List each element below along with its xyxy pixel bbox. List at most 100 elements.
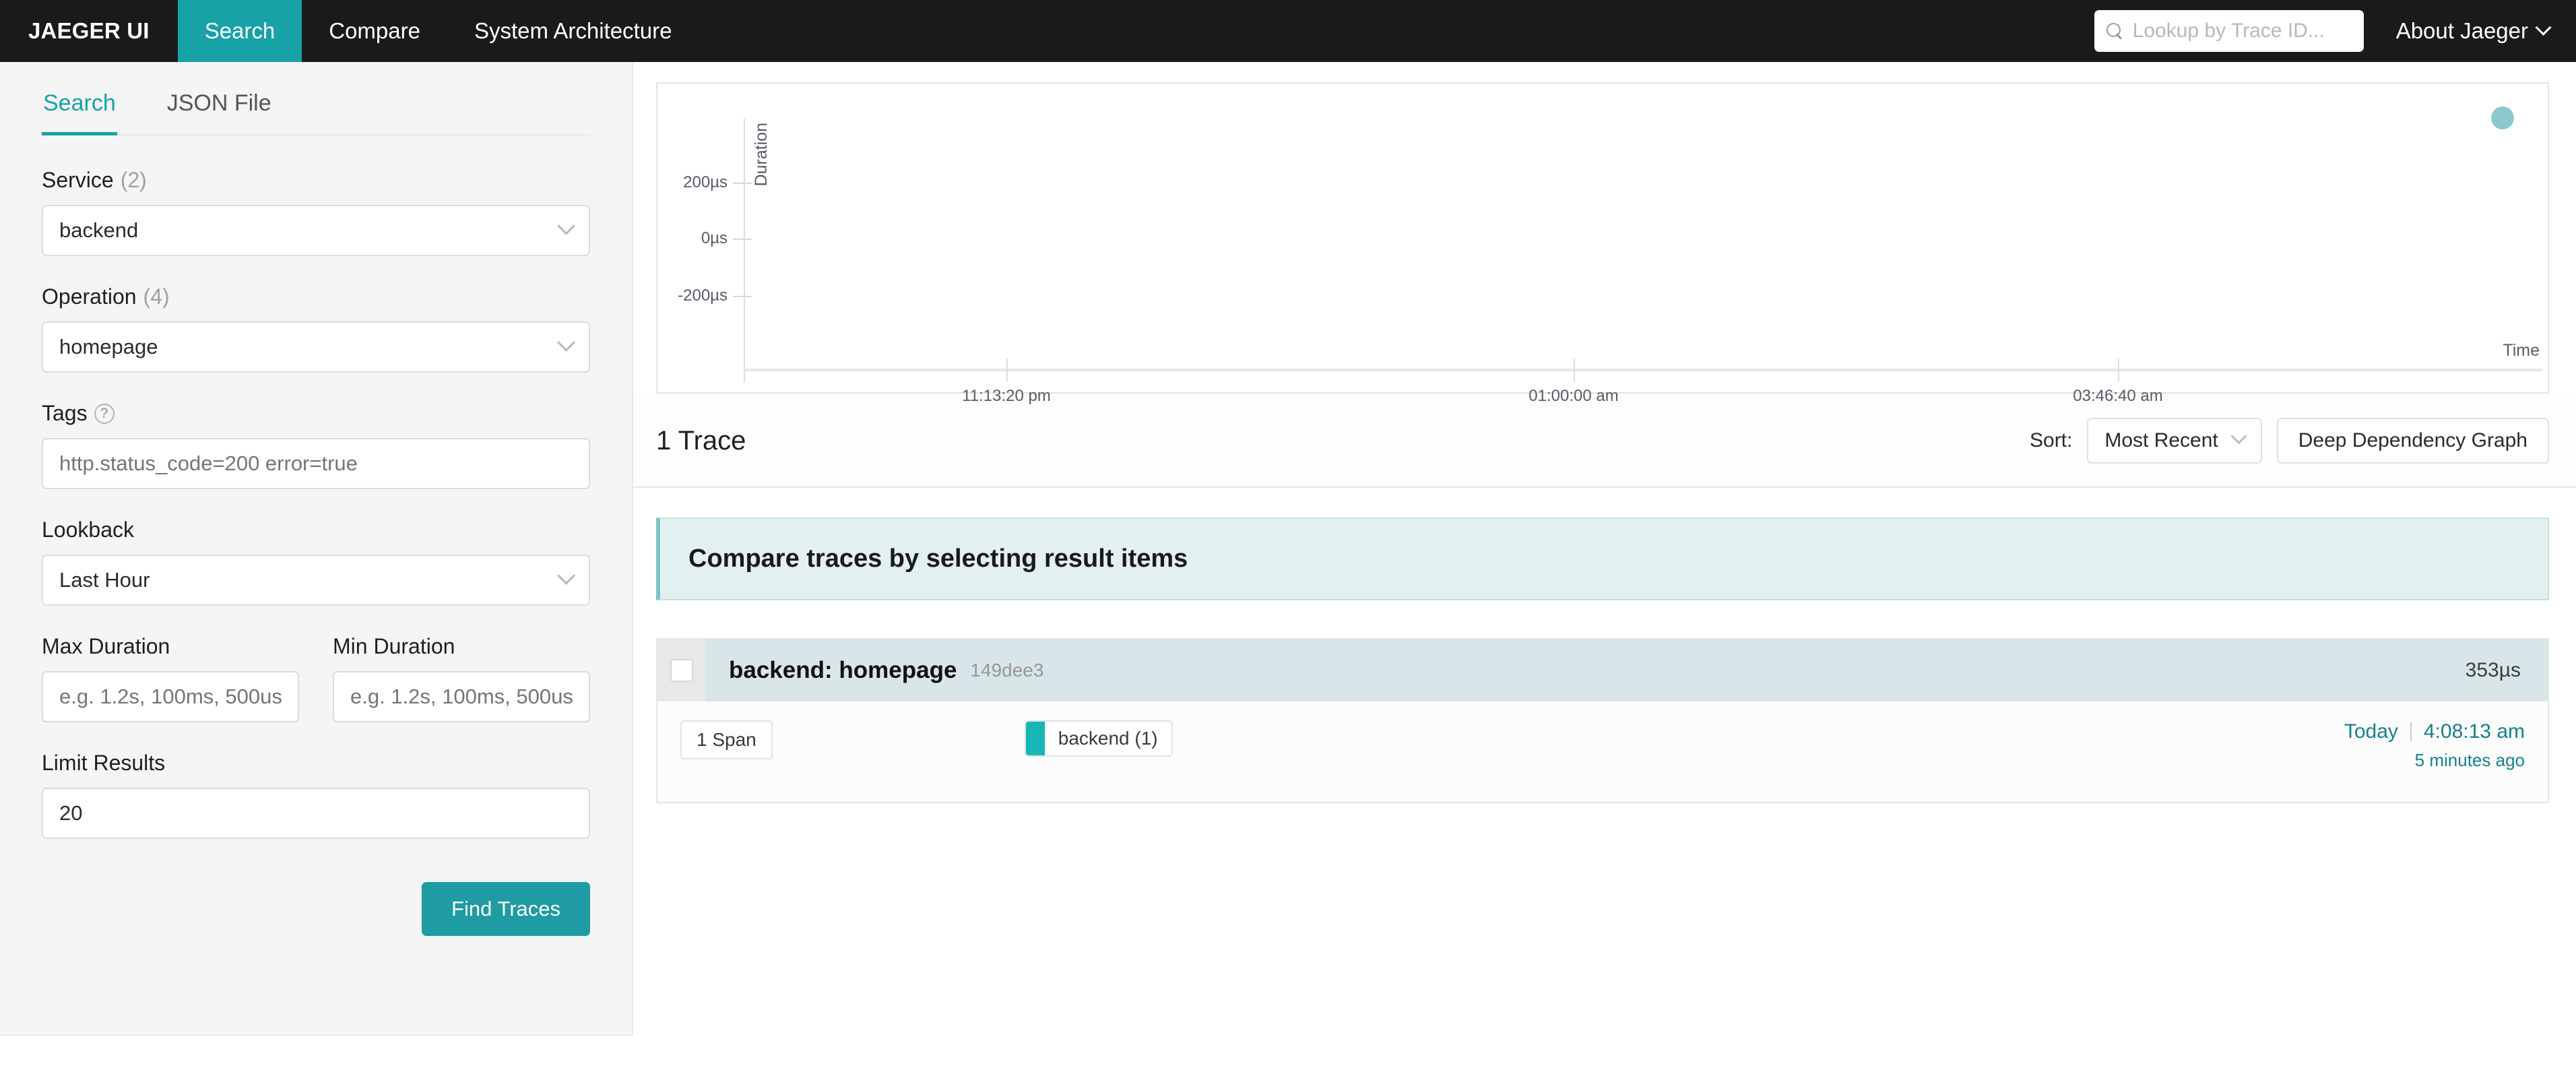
trace-select-checkbox[interactable]: [670, 659, 693, 682]
find-traces-row: Find Traces: [42, 882, 590, 936]
divider: [2410, 722, 2412, 741]
service-label: Service: [42, 168, 114, 193]
service-chip-label: backend (1): [1045, 722, 1171, 755]
find-traces-button[interactable]: Find Traces: [422, 882, 590, 936]
nav-item-system-architecture[interactable]: System Architecture: [447, 0, 699, 62]
sort-selected-value: Most Recent: [2104, 429, 2218, 452]
service-select[interactable]: backend: [42, 205, 590, 256]
tab-search[interactable]: Search: [42, 62, 117, 134]
chevron-down-icon: [557, 216, 575, 234]
top-navigation-bar: JAEGER UI Search Compare System Architec…: [0, 0, 2576, 62]
span-count-chip: 1 Span: [680, 720, 773, 759]
operation-selected-value: homepage: [59, 335, 560, 359]
nav-item-search[interactable]: Search: [178, 0, 302, 62]
lookback-selected-value: Last Hour: [59, 568, 560, 592]
sort-prefix-label: Sort:: [2030, 429, 2072, 452]
y-axis-tick-label-0: 0µs: [660, 229, 728, 248]
service-chip-backend[interactable]: backend (1): [1025, 720, 1173, 757]
search-sidebar: Search JSON File Service (2) backend Ope…: [0, 62, 633, 1036]
results-controls: Sort: Most Recent Deep Dependency Graph: [2030, 418, 2549, 464]
operation-label: Operation: [42, 284, 137, 309]
sort-select[interactable]: Most Recent: [2087, 418, 2261, 464]
trace-header-main[interactable]: backend: homepage 149dee3 353µs: [706, 639, 2548, 701]
max-duration-input[interactable]: [42, 671, 299, 722]
y-axis-tick: [733, 183, 752, 184]
trace-timestamp-group: Today 4:08:13 am 5 minutes ago: [2344, 720, 2525, 771]
x-axis-tick: [2118, 358, 2119, 381]
about-jaeger-menu[interactable]: About Jaeger: [2396, 18, 2549, 44]
search-icon: [2106, 23, 2123, 40]
tags-label-row: Tags ?: [42, 401, 590, 426]
trace-id-input[interactable]: [2131, 19, 2352, 43]
tags-label: Tags: [42, 401, 88, 426]
nav-right-group: About Jaeger: [2094, 0, 2576, 62]
chevron-down-icon: [557, 566, 575, 584]
service-color-swatch: [1026, 722, 1045, 755]
chevron-down-icon: [2535, 19, 2551, 35]
x-axis-tick-label-2: 01:00:00 am: [1528, 387, 1618, 406]
min-duration-label-row: Min Duration: [333, 634, 590, 659]
trace-select-cell[interactable]: [657, 639, 706, 701]
about-jaeger-label: About Jaeger: [2396, 18, 2528, 44]
lookback-label-row: Lookback: [42, 518, 590, 542]
trace-timestamp-row: Today 4:08:13 am: [2344, 720, 2525, 743]
scatter-point-trace[interactable]: [2491, 106, 2514, 129]
service-selected-value: backend: [59, 218, 560, 243]
operation-select[interactable]: homepage: [42, 321, 590, 373]
trace-result-card[interactable]: backend: homepage 149dee3 353µs 1 Span b…: [656, 638, 2549, 803]
trace-title: backend: homepage: [729, 657, 957, 684]
page-body: Search JSON File Service (2) backend Ope…: [0, 62, 2576, 1066]
results-header: 1 Trace Sort: Most Recent Deep Dependenc…: [633, 394, 2576, 488]
limit-results-label: Limit Results: [42, 751, 165, 776]
chevron-down-icon: [557, 333, 575, 351]
tags-field: Tags ?: [42, 401, 590, 489]
duration-fields-row: Max Duration Min Duration: [42, 634, 590, 722]
limit-results-field: Limit Results: [42, 751, 590, 839]
sidebar-tabs: Search JSON File: [42, 62, 590, 135]
x-axis-tick: [1006, 358, 1008, 381]
chevron-down-icon: [2230, 428, 2247, 444]
compare-traces-banner: Compare traces by selecting result items: [656, 518, 2549, 600]
app-logo[interactable]: JAEGER UI: [0, 0, 178, 62]
trace-result-header: backend: homepage 149dee3 353µs: [657, 639, 2548, 701]
trace-id-lookup[interactable]: [2094, 10, 2364, 52]
lookback-select[interactable]: Last Hour: [42, 555, 590, 606]
trace-id-label: 149dee3: [970, 660, 1043, 681]
results-count-label: 1 Trace: [656, 426, 746, 456]
operation-label-row: Operation (4): [42, 284, 590, 309]
tags-input[interactable]: [42, 438, 590, 489]
max-duration-label: Max Duration: [42, 634, 170, 659]
help-circle-icon[interactable]: ?: [94, 404, 115, 424]
x-axis-title: Time: [2503, 341, 2540, 360]
trace-time-label: 4:08:13 am: [2424, 720, 2525, 743]
trace-relative-time-label: 5 minutes ago: [2344, 750, 2525, 771]
scatter-plot-inner: Duration Time 200µs 0µs -200µs 11:13:20 …: [657, 84, 2548, 392]
y-axis-line: [744, 119, 745, 383]
main-content: Duration Time 200µs 0µs -200µs 11:13:20 …: [633, 62, 2576, 803]
y-axis-tick: [733, 296, 752, 297]
min-duration-field: Min Duration: [333, 634, 590, 722]
service-field: Service (2) backend: [42, 168, 590, 256]
y-axis-tick-label-neg200: -200µs: [660, 286, 728, 305]
x-axis-tick-label-3: 03:46:40 am: [2073, 387, 2162, 406]
lookback-field: Lookback Last Hour: [42, 518, 590, 606]
service-count: (2): [121, 168, 147, 193]
limit-results-label-row: Limit Results: [42, 751, 590, 776]
x-axis-tick: [1574, 358, 1575, 381]
trace-scatter-plot[interactable]: Duration Time 200µs 0µs -200µs 11:13:20 …: [656, 82, 2549, 394]
trace-day-label: Today: [2344, 720, 2398, 743]
lookback-label: Lookback: [42, 518, 134, 542]
max-duration-label-row: Max Duration: [42, 634, 299, 659]
nav-item-compare[interactable]: Compare: [302, 0, 447, 62]
min-duration-input[interactable]: [333, 671, 590, 722]
limit-results-input[interactable]: [42, 788, 590, 839]
y-axis-title: Duration: [752, 123, 771, 187]
deep-dependency-graph-button[interactable]: Deep Dependency Graph: [2277, 418, 2549, 464]
operation-count: (4): [143, 284, 170, 309]
x-axis-tick-label-1: 11:13:20 pm: [962, 387, 1051, 406]
y-axis-tick: [733, 239, 752, 240]
trace-result-body: 1 Span backend (1) Today 4:08:13 am 5 mi…: [657, 701, 2548, 802]
tab-json-file[interactable]: JSON File: [166, 62, 273, 134]
service-label-row: Service (2): [42, 168, 590, 193]
x-axis-line: [744, 369, 2542, 371]
